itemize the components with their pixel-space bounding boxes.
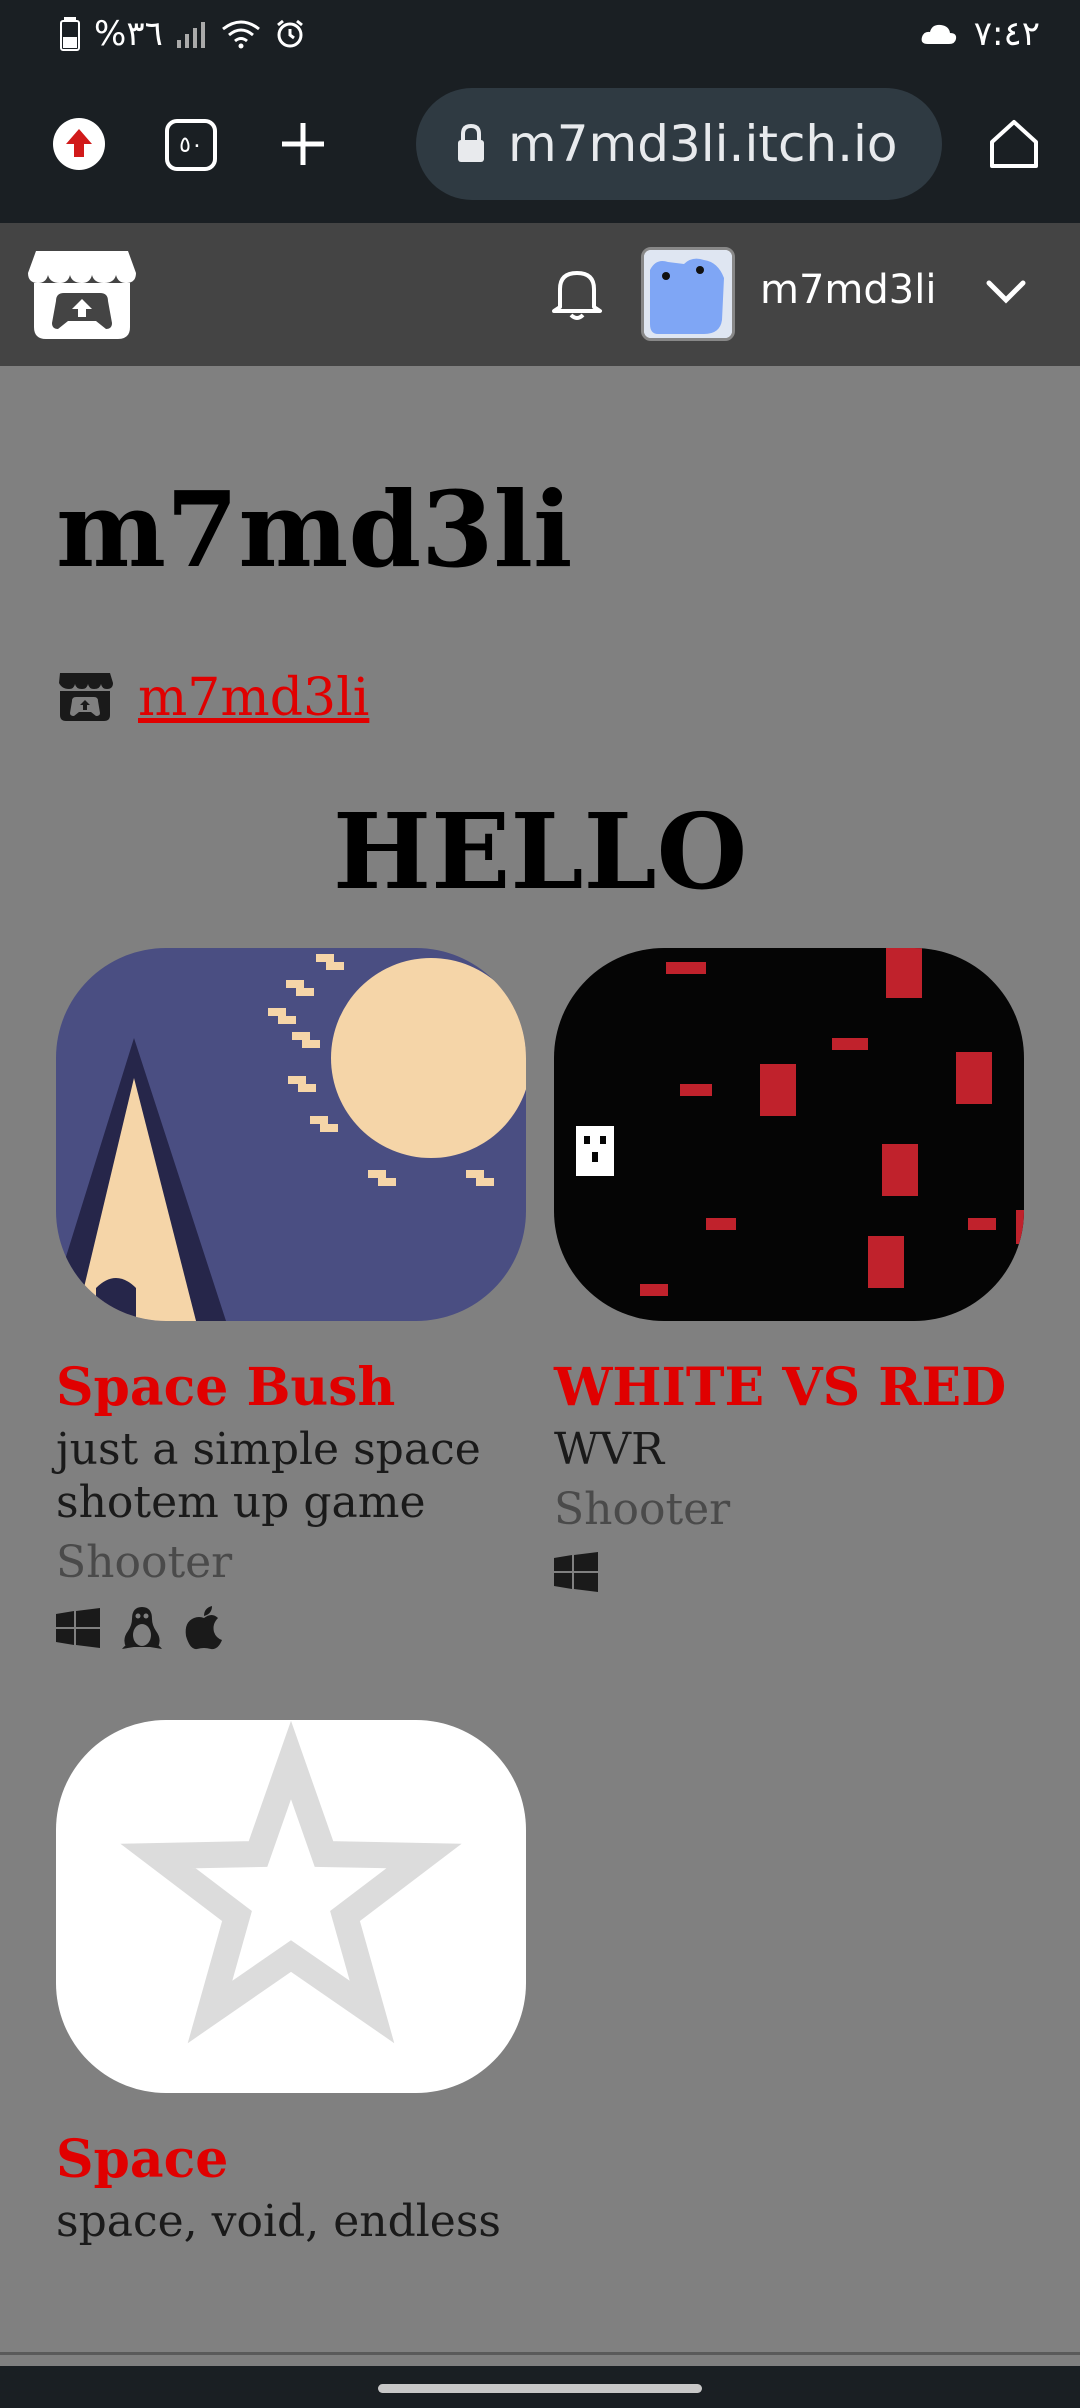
windows-icon [554, 1552, 598, 1596]
avatar[interactable] [641, 247, 735, 341]
navigation-bar [0, 2366, 1080, 2408]
space-bush-thumbnail[interactable] [56, 948, 526, 1321]
linux-icon [120, 1605, 164, 1655]
status-left: %٣٦ [60, 14, 305, 54]
game-title[interactable]: Space [56, 2131, 526, 2188]
url-text: m7md3li.itch.io [508, 115, 898, 173]
wifi-icon [221, 19, 261, 49]
profile-link: m7md3li [56, 668, 369, 728]
cloud-icon [920, 22, 958, 46]
chevron-down-icon[interactable] [985, 278, 1027, 310]
status-bar: %٣٦ ٧:٤٢ [0, 0, 1080, 72]
clock: ٧:٤٢ [973, 14, 1040, 54]
white-vs-red-thumbnail[interactable] [554, 948, 1024, 1321]
space-thumbnail[interactable] [56, 1720, 526, 2093]
game-genre: Shooter [56, 1536, 233, 1588]
home-icon [990, 120, 1038, 168]
browser-toolbar: ٥٠ m7md3li.itch.io [0, 72, 1080, 223]
game-description: just a simple space shotem up game [56, 1424, 481, 1528]
game-card-space[interactable]: Space space, void, endless [56, 1720, 526, 2249]
alarm-icon [275, 19, 305, 49]
battery-icon [60, 17, 80, 51]
page-title: m7md3li [56, 468, 573, 591]
itch-header: m7md3li [0, 223, 1080, 366]
tab-switcher-button[interactable]: ٥٠ [163, 117, 219, 173]
game-title[interactable]: Space Bush [56, 1359, 526, 1416]
windows-icon [56, 1607, 100, 1652]
header-username[interactable]: m7md3li [760, 267, 936, 313]
platform-list [56, 1605, 526, 1655]
plus-icon [282, 123, 324, 165]
game-description: WVR [554, 1424, 665, 1476]
game-genre: Shooter [554, 1483, 731, 1535]
upload-icon[interactable] [52, 117, 106, 171]
game-card-white-vs-red[interactable]: WHITE VS RED WVR Shooter [554, 948, 1024, 1596]
tab-count: ٥٠ [179, 132, 203, 158]
apple-icon [184, 1605, 224, 1654]
game-title[interactable]: WHITE VS RED [554, 1359, 1024, 1416]
new-tab-button[interactable] [278, 119, 328, 169]
home-button[interactable] [986, 116, 1042, 172]
itch-logo[interactable] [26, 243, 138, 347]
home-indicator[interactable] [378, 2384, 702, 2393]
divider [0, 2352, 1080, 2355]
itch-store-icon [56, 669, 114, 727]
profile-username-link[interactable]: m7md3li [138, 668, 369, 728]
game-description: space, void, endless [56, 2196, 502, 2248]
game-card-space-bush[interactable]: Space Bush just a simple space shotem up… [56, 948, 526, 1655]
address-bar[interactable]: m7md3li.itch.io [416, 88, 942, 200]
hello-heading: HELLO [332, 790, 748, 913]
battery-percent: %٣٦ [94, 14, 163, 54]
lock-icon [456, 124, 486, 164]
bell-icon[interactable] [550, 263, 604, 327]
platform-list [554, 1552, 1024, 1596]
signal-icon [176, 20, 207, 48]
status-right: ٧:٤٢ [920, 14, 1040, 54]
